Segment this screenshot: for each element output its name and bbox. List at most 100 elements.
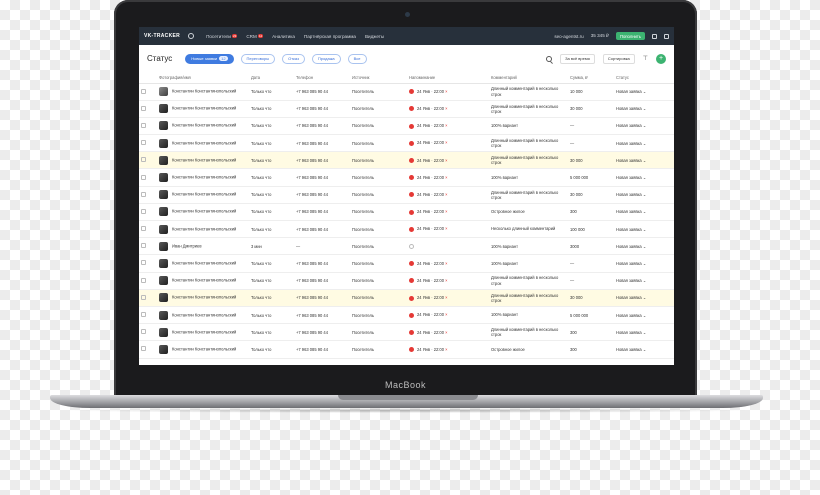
- status-cell[interactable]: Новая заявка ⌄: [614, 186, 674, 204]
- row-checkbox[interactable]: [141, 140, 146, 146]
- row-checkbox[interactable]: [141, 105, 146, 111]
- app-logo[interactable]: VK-TRACKER: [144, 33, 180, 39]
- contact-name[interactable]: Константин Константинопольский: [172, 89, 236, 94]
- clear-reminder-icon[interactable]: ×: [445, 209, 447, 214]
- reminder-cell[interactable]: 24 Янв · 22:00 ×: [407, 272, 489, 290]
- reminder-cell[interactable]: 24 Янв · 22:00 ×: [407, 186, 489, 204]
- row-checkbox[interactable]: [141, 294, 146, 300]
- clear-reminder-icon[interactable]: ×: [445, 226, 447, 231]
- table-row[interactable]: Константин Константинопольский Только что…: [139, 340, 674, 359]
- contact-name[interactable]: Константин Константинопольский: [172, 157, 236, 162]
- reminder-cell[interactable]: 24 Янв · 22:00 ×: [407, 168, 489, 187]
- contact-name[interactable]: Константин Константинопольский: [172, 106, 236, 111]
- table-row[interactable]: Константин Константинопольский Только что…: [139, 306, 674, 325]
- clear-reminder-icon[interactable]: ×: [445, 123, 447, 128]
- row-checkbox[interactable]: [141, 312, 146, 318]
- clear-reminder-icon[interactable]: ×: [445, 192, 447, 197]
- contact-name[interactable]: Константин Константинопольский: [172, 192, 236, 197]
- status-cell[interactable]: Новая заявка ⌄: [614, 306, 674, 325]
- table-row[interactable]: Константин Константинопольский Только что…: [139, 134, 674, 153]
- filter-negotiations[interactable]: Переговоры: [240, 53, 276, 64]
- contact-name[interactable]: Константин Константинопольский: [172, 226, 236, 231]
- sort-dropdown[interactable]: Сортировка: [602, 53, 635, 64]
- contact-name[interactable]: Константин Константинопольский: [172, 209, 236, 214]
- reminder-cell[interactable]: 24 Янв · 22:00 ×: [407, 340, 489, 359]
- row-checkbox[interactable]: [141, 277, 146, 283]
- col-header[interactable]: Статус: [614, 72, 674, 84]
- site-selector[interactable]: seo-agentst.ru: [554, 34, 583, 39]
- clear-reminder-icon[interactable]: ×: [445, 106, 447, 111]
- contact-name[interactable]: Константин Константинопольский: [172, 175, 236, 180]
- table-row[interactable]: Иван Дмитриев 3 мин — Посетитель 100% вариан…: [139, 237, 674, 256]
- row-checkbox[interactable]: [141, 88, 146, 94]
- row-checkbox[interactable]: [141, 346, 146, 352]
- add-lead-button[interactable]: +: [656, 53, 666, 64]
- contact-name[interactable]: Константин Константинопольский: [172, 312, 236, 317]
- col-header[interactable]: Комментарий: [489, 72, 568, 84]
- nav-item-crm[interactable]: CRM 12: [246, 33, 264, 39]
- contact-name[interactable]: Константин Константинопольский: [172, 295, 236, 300]
- table-row[interactable]: Константин Константинопольский Только что…: [139, 220, 674, 239]
- nav-item-partner[interactable]: Партнёрская программа: [304, 34, 356, 39]
- col-header[interactable]: Фотография/имя: [157, 72, 249, 84]
- contact-name[interactable]: Константин Константинопольский: [172, 261, 236, 266]
- period-dropdown[interactable]: За всё время: [560, 53, 595, 64]
- table-row[interactable]: Константин Константинопольский Только что…: [139, 186, 674, 204]
- contact-name[interactable]: Константин Константинопольский: [172, 346, 236, 351]
- table-row[interactable]: Константин Константинопольский Только что…: [139, 151, 674, 170]
- col-header[interactable]: Телефон: [294, 72, 350, 84]
- contact-name[interactable]: Иван Дмитриев: [172, 243, 202, 248]
- search-icon[interactable]: [546, 55, 553, 62]
- table-row[interactable]: Константин Константинопольский Только что…: [139, 100, 674, 118]
- table-row[interactable]: Константин Константинопольский Только что…: [139, 83, 674, 101]
- notification-icon[interactable]: [188, 33, 195, 39]
- filter-sale[interactable]: Продажа: [311, 53, 341, 64]
- filter-all[interactable]: Все: [347, 53, 367, 64]
- reminder-cell[interactable]: 24 Янв · 22:00 ×: [407, 254, 489, 273]
- reminder-cell[interactable]: 24 Янв · 22:00 ×: [407, 151, 489, 170]
- col-header[interactable]: Напоминание: [407, 72, 489, 84]
- row-checkbox[interactable]: [141, 157, 146, 163]
- status-cell[interactable]: Новая заявка ⌄: [614, 100, 674, 118]
- status-cell[interactable]: Новая заявка ⌄: [614, 220, 674, 239]
- reminder-cell[interactable]: 24 Янв · 22:00 ×: [407, 83, 489, 101]
- clear-reminder-icon[interactable]: ×: [445, 89, 447, 94]
- status-cell[interactable]: Новая заявка ⌄: [614, 203, 674, 222]
- settings-icon[interactable]: [652, 33, 657, 39]
- clear-reminder-icon[interactable]: ×: [445, 261, 447, 266]
- clear-reminder-icon[interactable]: ×: [445, 347, 447, 352]
- status-cell[interactable]: Новая заявка ⌄: [614, 168, 674, 187]
- status-cell[interactable]: Новая заявка ⌄: [614, 237, 674, 256]
- contact-name[interactable]: Константин Константинопольский: [172, 278, 236, 283]
- status-cell[interactable]: Новая заявка ⌄: [614, 151, 674, 170]
- status-cell[interactable]: Новая заявка ⌄: [614, 340, 674, 359]
- row-checkbox[interactable]: [141, 174, 146, 180]
- table-row[interactable]: Константин Константинопольский Только что…: [139, 254, 674, 273]
- row-checkbox[interactable]: [141, 260, 146, 266]
- logout-icon[interactable]: [664, 33, 669, 39]
- reminder-cell[interactable]: 24 Янв · 22:00 ×: [407, 306, 489, 325]
- filter-rejected[interactable]: Отказ: [282, 53, 305, 64]
- row-checkbox[interactable]: [141, 191, 146, 197]
- row-checkbox[interactable]: [141, 329, 146, 335]
- col-header[interactable]: Дата: [249, 72, 294, 84]
- clear-reminder-icon[interactable]: ×: [445, 158, 447, 163]
- col-header[interactable]: Сумма, ₽: [568, 72, 614, 84]
- clear-reminder-icon[interactable]: ×: [445, 295, 447, 300]
- clear-reminder-icon[interactable]: ×: [445, 140, 447, 145]
- clear-reminder-icon[interactable]: ×: [445, 175, 447, 180]
- status-cell[interactable]: Новая заявка ⌄: [614, 254, 674, 273]
- clear-reminder-icon[interactable]: ×: [445, 330, 447, 335]
- nav-item-visitors[interactable]: Посетители 23: [206, 33, 238, 39]
- nav-item-analytics[interactable]: Аналитика: [272, 34, 295, 39]
- status-cell[interactable]: Новая заявка ⌄: [614, 289, 674, 307]
- row-checkbox[interactable]: [141, 122, 146, 128]
- table-row[interactable]: Константин Константинопольский Только что…: [139, 203, 674, 222]
- contact-name[interactable]: Константин Константинопольский: [172, 123, 236, 128]
- reminder-cell[interactable]: 24 Янв · 22:00 ×: [407, 289, 489, 307]
- reminder-cell[interactable]: 24 Янв · 22:00 ×: [407, 220, 489, 239]
- reminder-cell[interactable]: [407, 237, 489, 256]
- table-row[interactable]: Константин Константинопольский Только что…: [139, 323, 674, 342]
- status-cell[interactable]: Новая заявка ⌄: [614, 272, 674, 290]
- status-cell[interactable]: Новая заявка ⌄: [614, 134, 674, 153]
